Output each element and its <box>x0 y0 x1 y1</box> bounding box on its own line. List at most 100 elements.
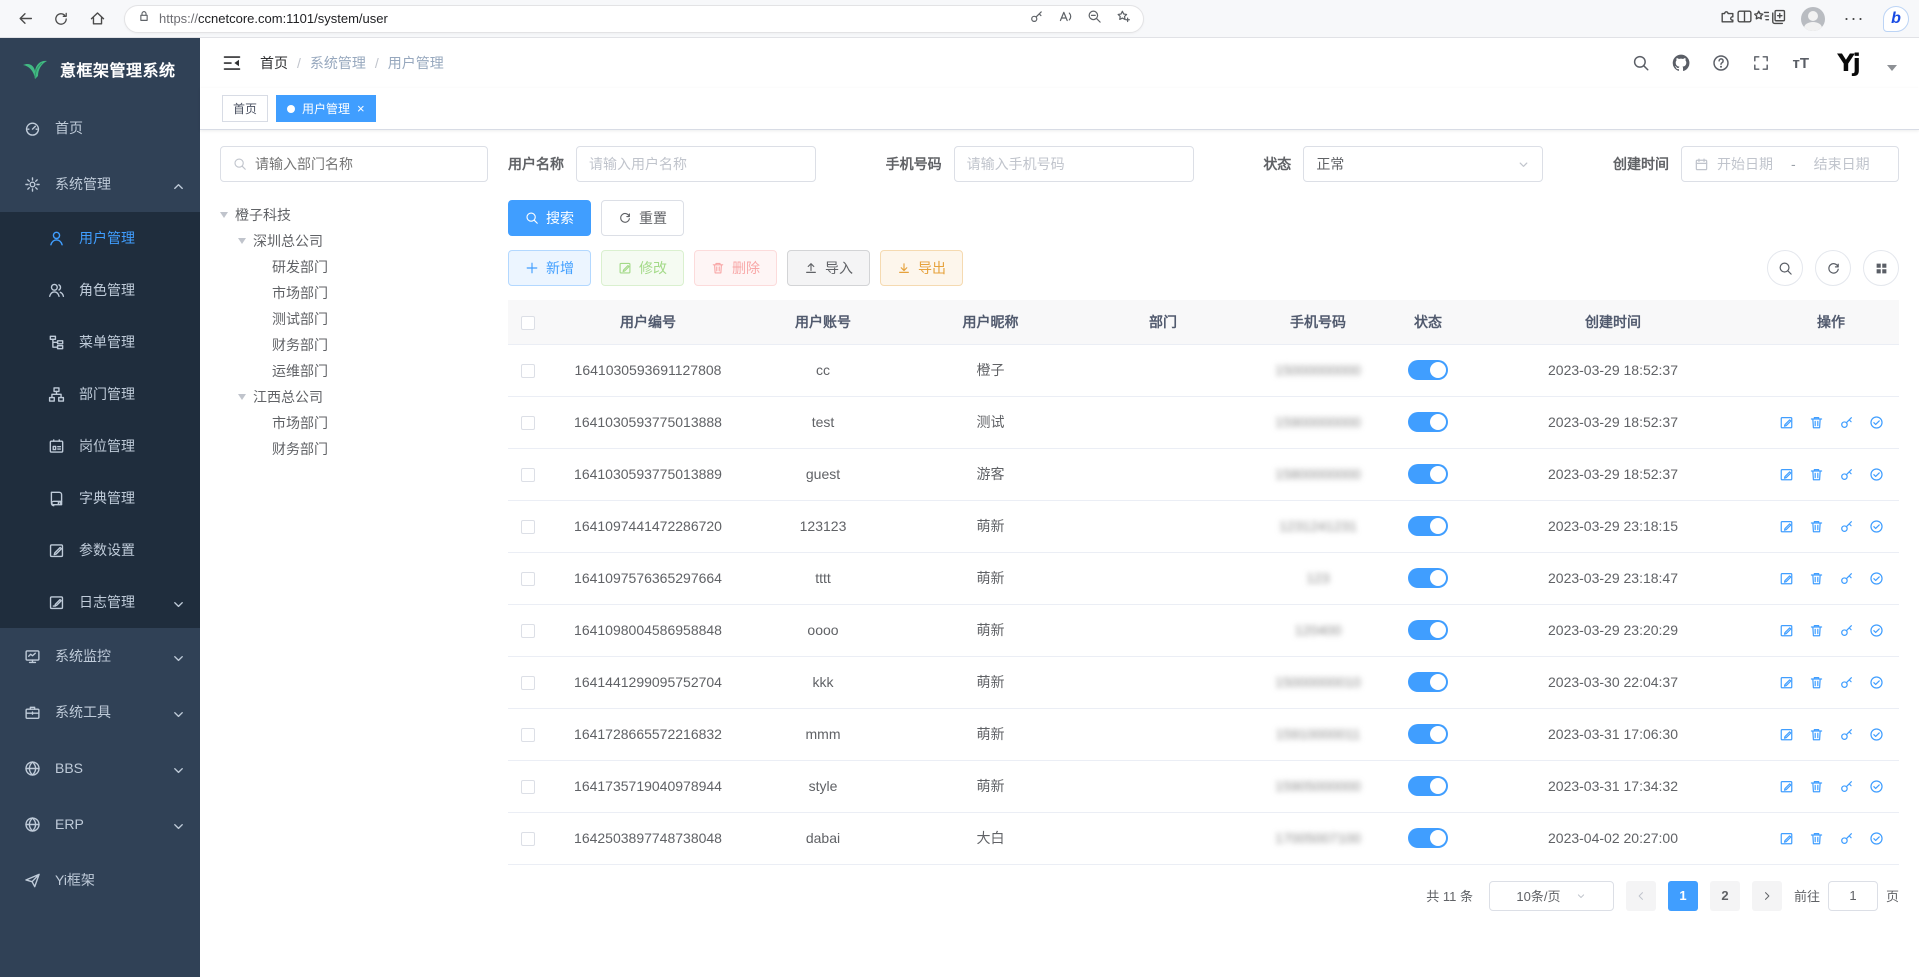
fullscreen-icon[interactable] <box>1752 54 1770 72</box>
sidebar-item-10[interactable]: 系统监控 <box>0 628 200 684</box>
row-checkbox[interactable] <box>521 728 535 742</box>
tree-node[interactable]: 橙子科技 <box>220 202 488 228</box>
select-all-checkbox[interactable] <box>521 316 535 330</box>
row-edit-icon[interactable] <box>1779 727 1794 742</box>
row-delete-icon[interactable] <box>1809 779 1824 794</box>
status-toggle[interactable] <box>1408 776 1448 796</box>
tree-expand-icon[interactable] <box>238 394 246 400</box>
tree-node[interactable]: 市场部门 <box>220 410 488 436</box>
sidebar-item-7[interactable]: 字典管理 <box>0 472 200 524</box>
delete-button[interactable]: 删除 <box>694 250 777 286</box>
collections-icon[interactable] <box>1770 8 1787 30</box>
sidebar-item-11[interactable]: 系统工具 <box>0 684 200 740</box>
row-delete-icon[interactable] <box>1809 831 1824 846</box>
key-icon[interactable] <box>1029 9 1044 29</box>
row-checkbox[interactable] <box>521 624 535 638</box>
date-range-picker[interactable]: 开始日期 - 结束日期 <box>1681 146 1899 182</box>
row-assign-role-icon[interactable] <box>1869 623 1884 638</box>
tree-expand-icon[interactable] <box>220 212 228 218</box>
row-delete-icon[interactable] <box>1809 415 1824 430</box>
sidebar-item-2[interactable]: 用户管理 <box>0 212 200 264</box>
browser-home-button[interactable] <box>82 4 112 34</box>
status-toggle[interactable] <box>1408 568 1448 588</box>
sidebar-item-9[interactable]: 日志管理 <box>0 576 200 628</box>
row-reset-password-icon[interactable] <box>1839 571 1854 586</box>
row-delete-icon[interactable] <box>1809 727 1824 742</box>
row-reset-password-icon[interactable] <box>1839 779 1854 794</box>
prev-page-button[interactable] <box>1626 881 1656 911</box>
tree-node[interactable]: 财务部门 <box>220 332 488 358</box>
row-reset-password-icon[interactable] <box>1839 415 1854 430</box>
row-edit-icon[interactable] <box>1779 779 1794 794</box>
tag-close-icon[interactable]: × <box>357 102 365 115</box>
zoom-out-icon[interactable] <box>1087 9 1102 29</box>
status-toggle[interactable] <box>1408 360 1448 380</box>
search-button[interactable]: 搜索 <box>508 200 591 236</box>
tree-node[interactable]: 深圳总公司 <box>220 228 488 254</box>
row-edit-icon[interactable] <box>1779 519 1794 534</box>
row-edit-icon[interactable] <box>1779 831 1794 846</box>
row-assign-role-icon[interactable] <box>1869 415 1884 430</box>
sidebar-item-12[interactable]: BBS <box>0 740 200 796</box>
row-delete-icon[interactable] <box>1809 675 1824 690</box>
phone-input[interactable] <box>967 156 1181 172</box>
row-checkbox[interactable] <box>521 468 535 482</box>
table-columns-button[interactable] <box>1863 250 1899 286</box>
help-icon[interactable] <box>1712 54 1730 72</box>
row-checkbox[interactable] <box>521 676 535 690</box>
import-button[interactable]: 导入 <box>787 250 870 286</box>
status-toggle[interactable] <box>1408 620 1448 640</box>
row-delete-icon[interactable] <box>1809 467 1824 482</box>
row-checkbox[interactable] <box>521 780 535 794</box>
status-toggle[interactable] <box>1408 724 1448 744</box>
row-reset-password-icon[interactable] <box>1839 675 1854 690</box>
browser-back-button[interactable] <box>10 4 40 34</box>
edit-button[interactable]: 修改 <box>601 250 684 286</box>
row-reset-password-icon[interactable] <box>1839 623 1854 638</box>
read-aloud-icon[interactable] <box>1058 9 1073 29</box>
browser-more-icon[interactable]: ··· <box>1839 4 1869 34</box>
status-toggle[interactable] <box>1408 516 1448 536</box>
page-button-1[interactable]: 1 <box>1668 881 1698 911</box>
status-select[interactable]: 正常 <box>1303 146 1543 182</box>
row-assign-role-icon[interactable] <box>1869 571 1884 586</box>
row-reset-password-icon[interactable] <box>1839 831 1854 846</box>
font-size-icon[interactable]: тT <box>1792 55 1809 72</box>
reset-button[interactable]: 重置 <box>601 200 684 236</box>
status-toggle[interactable] <box>1408 412 1448 432</box>
sidebar-item-5[interactable]: 部门管理 <box>0 368 200 420</box>
row-reset-password-icon[interactable] <box>1839 467 1854 482</box>
table-refresh-button[interactable] <box>1815 250 1851 286</box>
page-button-2[interactable]: 2 <box>1710 881 1740 911</box>
add-button[interactable]: 新增 <box>508 250 591 286</box>
row-delete-icon[interactable] <box>1809 519 1824 534</box>
favorites-bar-icon[interactable] <box>1753 8 1770 30</box>
row-delete-icon[interactable] <box>1809 571 1824 586</box>
row-reset-password-icon[interactable] <box>1839 519 1854 534</box>
row-edit-icon[interactable] <box>1779 467 1794 482</box>
sidebar-item-0[interactable]: 首页 <box>0 100 200 156</box>
tag-user-management[interactable]: 用户管理 × <box>276 95 376 122</box>
row-checkbox[interactable] <box>521 572 535 586</box>
sidebar-item-3[interactable]: 角色管理 <box>0 264 200 316</box>
tree-node[interactable]: 研发部门 <box>220 254 488 280</box>
tree-node[interactable]: 江西总公司 <box>220 384 488 410</box>
tree-node[interactable]: 市场部门 <box>220 280 488 306</box>
breadcrumb-home[interactable]: 首页 <box>260 53 288 73</box>
status-toggle[interactable] <box>1408 464 1448 484</box>
row-reset-password-icon[interactable] <box>1839 727 1854 742</box>
row-assign-role-icon[interactable] <box>1869 727 1884 742</box>
github-icon[interactable] <box>1672 54 1690 72</box>
favorite-add-icon[interactable] <box>1116 9 1131 29</box>
sidebar-logo[interactable]: 意框架管理系统 <box>0 38 200 100</box>
row-checkbox[interactable] <box>521 364 535 378</box>
row-assign-role-icon[interactable] <box>1869 675 1884 690</box>
tag-home[interactable]: 首页 <box>222 95 268 122</box>
sidebar-item-1[interactable]: 系统管理 <box>0 156 200 212</box>
tree-node[interactable]: 运维部门 <box>220 358 488 384</box>
row-edit-icon[interactable] <box>1779 675 1794 690</box>
export-button[interactable]: 导出 <box>880 250 963 286</box>
tree-expand-icon[interactable] <box>238 238 246 244</box>
page-size-select[interactable]: 10条/页 <box>1489 881 1614 911</box>
goto-page-input[interactable] <box>1828 881 1878 911</box>
